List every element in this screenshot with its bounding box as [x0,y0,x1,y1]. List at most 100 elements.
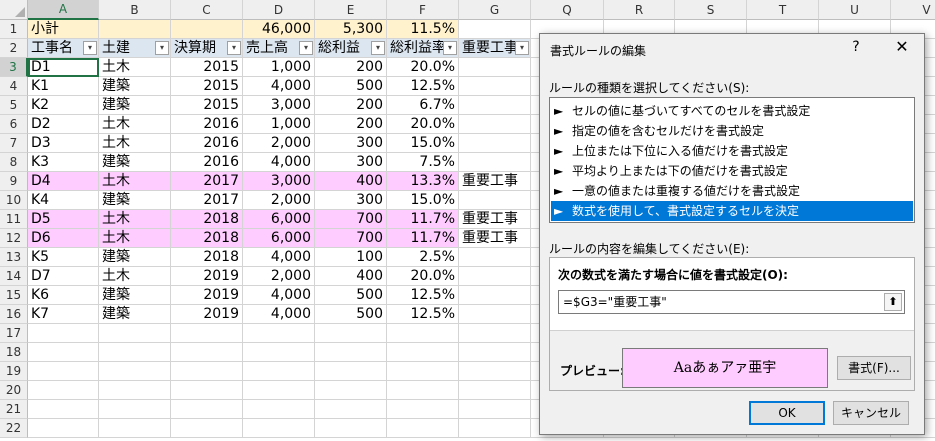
table-cell-important[interactable] [459,134,531,153]
table-cell-profit[interactable]: 300 [315,191,387,210]
table-cell-type[interactable]: 土木 [99,210,171,229]
subtotal-profit[interactable]: 5,300 [315,20,387,39]
filter-dropdown-icon[interactable]: ▾ [515,41,529,55]
rule-type-item[interactable]: ► 数式を使用して、書式設定するセルを決定 [551,201,913,221]
table-cell-margin[interactable]: 12.5% [387,77,459,96]
table-cell-type[interactable]: 土木 [99,134,171,153]
table-cell-margin[interactable]: 2.5% [387,248,459,267]
empty-cell[interactable] [459,362,531,381]
rule-type-item[interactable]: ► 指定の値を含むセルだけを書式設定 [551,121,913,141]
empty-cell[interactable] [243,381,315,400]
ok-button[interactable]: OK [749,401,825,425]
filter-dropdown-icon[interactable]: ▾ [227,41,241,55]
table-cell-name[interactable]: D5 [28,210,99,229]
table-cell-profit[interactable]: 300 [315,153,387,172]
table-cell-profit[interactable]: 400 [315,172,387,191]
table-cell-profit[interactable]: 300 [315,134,387,153]
table-cell-type[interactable]: 建築 [99,153,171,172]
empty-cell[interactable] [459,419,531,438]
column-header-q[interactable]: Q [531,0,604,20]
table-cell-period[interactable]: 2015 [171,96,243,115]
empty-cell[interactable] [315,419,387,438]
table-cell-type[interactable]: 土木 [99,115,171,134]
empty-cell[interactable] [459,343,531,362]
table-cell-type[interactable]: 土木 [99,172,171,191]
table-cell-sales[interactable]: 1,000 [243,58,315,77]
table-cell-name[interactable]: K1 [28,77,99,96]
subtotal-label[interactable]: 小計 [28,20,99,39]
subtotal-sales[interactable]: 46,000 [243,20,315,39]
row-header-19[interactable]: 19 [0,362,28,381]
empty-cell[interactable] [99,400,171,419]
table-cell-type[interactable]: 建築 [99,77,171,96]
empty-cell[interactable] [28,362,99,381]
empty-cell[interactable] [171,324,243,343]
row-header-14[interactable]: 14 [0,267,28,286]
empty-cell[interactable] [315,343,387,362]
table-cell-profit[interactable]: 700 [315,210,387,229]
empty-cell[interactable] [99,324,171,343]
collapse-dialog-icon[interactable]: ⬆ [884,293,902,311]
table-cell-important[interactable] [459,96,531,115]
empty-cell[interactable] [243,400,315,419]
table-cell-profit[interactable]: 500 [315,305,387,324]
table-cell-sales[interactable]: 4,000 [243,248,315,267]
row-header-22[interactable]: 22 [0,419,28,438]
table-cell-period[interactable]: 2018 [171,248,243,267]
table-cell-profit[interactable]: 200 [315,115,387,134]
cancel-button[interactable]: キャンセル [833,401,909,425]
row-header-20[interactable]: 20 [0,381,28,400]
row-header-17[interactable]: 17 [0,324,28,343]
empty-cell[interactable] [28,419,99,438]
rule-type-item[interactable]: ► セルの値に基づいてすべてのセルを書式設定 [551,101,913,121]
row-header-9[interactable]: 9 [0,172,28,191]
empty-cell[interactable] [459,400,531,419]
column-header-f[interactable]: F [387,0,459,20]
empty-cell[interactable] [28,324,99,343]
table-cell-important[interactable] [459,58,531,77]
table-cell-period[interactable]: 2018 [171,210,243,229]
table-cell-profit[interactable]: 200 [315,96,387,115]
rule-type-list[interactable]: ► セルの値に基づいてすべてのセルを書式設定 ► 指定の値を含むセルだけを書式設定 ► 上… [549,97,915,223]
column-header-s[interactable]: S [675,0,747,20]
table-cell-period[interactable]: 2016 [171,115,243,134]
table-cell-sales[interactable]: 2,000 [243,267,315,286]
table-cell-period[interactable]: 2016 [171,134,243,153]
formula-input[interactable]: =$G3="重要工事" ⬆ [558,290,905,314]
column-header-d[interactable]: D [243,0,315,20]
table-cell-sales[interactable]: 6,000 [243,229,315,248]
table-cell-name[interactable]: D4 [28,172,99,191]
table-cell-margin[interactable]: 11.7% [387,210,459,229]
table-cell-name[interactable]: K6 [28,286,99,305]
subtotal-cell[interactable] [99,20,171,39]
table-cell-profit[interactable]: 200 [315,58,387,77]
table-cell-name[interactable]: D3 [28,134,99,153]
table-cell-period[interactable]: 2017 [171,191,243,210]
table-cell-period[interactable]: 2016 [171,153,243,172]
column-header-r[interactable]: R [604,0,675,20]
table-cell-type[interactable]: 建築 [99,191,171,210]
table-cell-period[interactable]: 2019 [171,305,243,324]
empty-cell[interactable] [243,419,315,438]
empty-cell[interactable] [171,343,243,362]
table-cell-name[interactable]: D2 [28,115,99,134]
table-cell-sales[interactable]: 3,000 [243,96,315,115]
empty-cell[interactable] [387,419,459,438]
header-cell[interactable]: 売上高 ▾ [243,39,315,58]
close-button[interactable]: ✕ [890,37,914,56]
table-cell-name[interactable]: K5 [28,248,99,267]
table-cell-sales[interactable]: 1,000 [243,115,315,134]
column-header-a[interactable]: A [28,0,99,20]
table-cell-sales[interactable]: 3,000 [243,172,315,191]
empty-cell[interactable] [28,343,99,362]
column-header-e[interactable]: E [315,0,387,20]
table-cell-period[interactable]: 2018 [171,229,243,248]
table-cell-sales[interactable]: 2,000 [243,134,315,153]
table-cell-margin[interactable]: 11.7% [387,229,459,248]
column-header-g[interactable]: G [459,0,531,20]
table-cell-name[interactable]: D6 [28,229,99,248]
row-header-13[interactable]: 13 [0,248,28,267]
table-cell-sales[interactable]: 4,000 [243,305,315,324]
table-cell-margin[interactable]: 12.5% [387,305,459,324]
table-cell-name[interactable]: K7 [28,305,99,324]
